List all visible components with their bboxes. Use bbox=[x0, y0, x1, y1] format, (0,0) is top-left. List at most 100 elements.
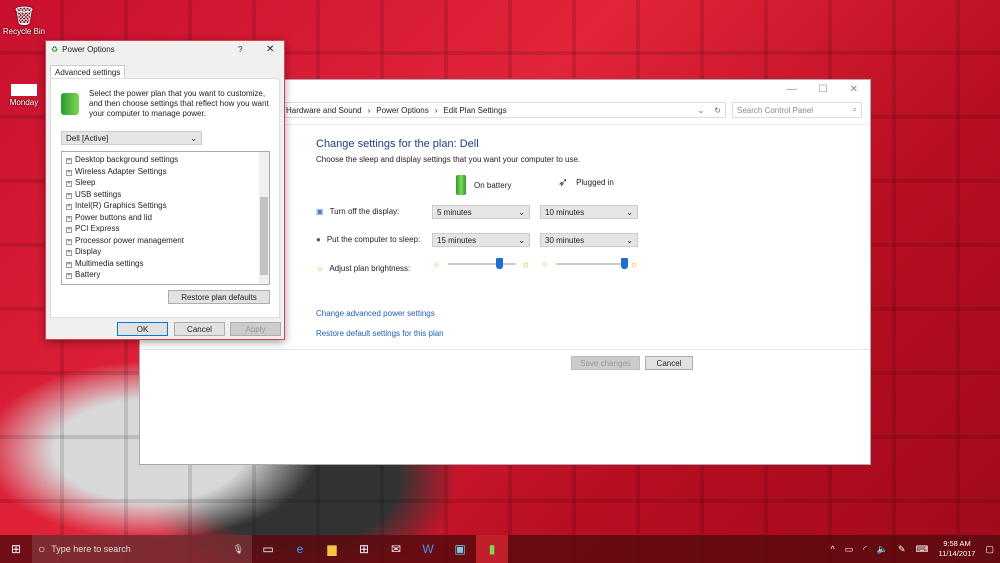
chevron-down-icon: ⌄ bbox=[518, 235, 525, 245]
expand-icon[interactable]: + bbox=[66, 261, 72, 268]
address-bar[interactable]: Hardware and Sound › Power Options › Edit … bbox=[280, 101, 870, 119]
tab-advanced-settings[interactable]: Advanced settings bbox=[50, 65, 126, 79]
taskbar: ⊞ ○ Type here to search 🎙 ▭ e ▆ ⊞ ✉ W ▣ ▮ … bbox=[0, 535, 1000, 563]
store-icon[interactable]: ⊞ bbox=[348, 542, 380, 556]
brightness-battery-slider[interactable]: ○ ☼ bbox=[434, 258, 530, 270]
restore-defaults-link[interactable]: Restore default settings for this plan bbox=[316, 329, 444, 338]
chevron-down-icon: ⌄ bbox=[518, 207, 525, 217]
tree-item[interactable]: + Wireless Adapter Settings bbox=[62, 166, 269, 178]
sleep-plugged-select[interactable]: 30 minutes ⌄ bbox=[540, 233, 638, 247]
expand-icon[interactable]: + bbox=[66, 273, 72, 279]
search-input[interactable]: Search Control Panel ⌕ bbox=[732, 102, 862, 118]
expand-icon[interactable]: + bbox=[66, 181, 72, 187]
tree-item[interactable]: + Display bbox=[62, 246, 269, 258]
divider bbox=[140, 349, 870, 350]
expand-icon[interactable]: + bbox=[66, 227, 72, 233]
tree-item[interactable]: + USB settings bbox=[62, 189, 269, 201]
brightness-plugged-slider[interactable]: ○ ☼ bbox=[542, 258, 638, 270]
mail-icon[interactable]: ✉ bbox=[380, 542, 412, 556]
microphone-icon[interactable]: 🎙 bbox=[233, 544, 244, 555]
advanced-settings-link[interactable]: Change advanced power settings bbox=[316, 309, 435, 318]
tree-item[interactable]: + Desktop background settings bbox=[62, 154, 269, 166]
expand-icon[interactable]: + bbox=[66, 238, 72, 245]
volume-icon[interactable]: 🔈 bbox=[877, 544, 888, 555]
power-options-taskbar-icon[interactable]: ▮ bbox=[476, 535, 508, 563]
clock[interactable]: 9:58 AM 11/14/2017 bbox=[939, 539, 976, 559]
chevron-down-icon[interactable]: ⌄ bbox=[698, 106, 705, 115]
power-options-dialog: ♻ Power Options ? ✕ Advanced settings Sel… bbox=[45, 40, 285, 340]
tree-item[interactable]: + Processor power management bbox=[62, 235, 269, 247]
expand-icon[interactable]: + bbox=[66, 169, 72, 176]
chevron-down-icon: ⌄ bbox=[626, 235, 633, 245]
show-hidden-icons[interactable]: ^ bbox=[830, 544, 834, 554]
tree-item[interactable]: + Power buttons and lid bbox=[62, 212, 269, 224]
display-plugged-select[interactable]: 10 minutes ⌄ bbox=[540, 205, 638, 219]
power-options-icon: ♻ bbox=[51, 45, 59, 54]
taskbar-search[interactable]: ○ Type here to search 🎙 bbox=[32, 535, 252, 563]
page-title: Change settings for the plan: Dell bbox=[316, 138, 479, 150]
sleep-row: ● Put the computer to sleep: bbox=[316, 235, 421, 244]
breadcrumb-hardware-sound[interactable]: Hardware and Sound bbox=[286, 106, 362, 115]
expand-icon[interactable]: + bbox=[66, 158, 72, 164]
minimize-button[interactable]: — bbox=[787, 84, 797, 95]
restore-plan-defaults-button[interactable]: Restore plan defaults bbox=[168, 290, 270, 304]
action-center-icon[interactable]: ▢ bbox=[985, 544, 994, 555]
bright-icon: ☼ bbox=[629, 259, 638, 269]
ok-button[interactable]: OK bbox=[117, 322, 168, 336]
dim-icon: ○ bbox=[434, 259, 440, 269]
file-explorer-icon[interactable]: ▆ bbox=[316, 542, 348, 556]
monday-file-icon[interactable]: Monday bbox=[2, 84, 46, 107]
edge-icon[interactable]: e bbox=[284, 542, 316, 556]
settings-tree: + Desktop background settings + Wireless Ad… bbox=[61, 151, 270, 285]
expand-icon[interactable]: + bbox=[66, 204, 72, 210]
slider-thumb[interactable] bbox=[496, 258, 503, 269]
task-view-icon[interactable]: ▭ bbox=[252, 542, 284, 556]
tree-item[interactable]: + Intel(R) Graphics Settings bbox=[62, 200, 269, 212]
cancel-button[interactable]: Cancel bbox=[645, 356, 693, 370]
dim-icon: ○ bbox=[542, 259, 548, 269]
pen-icon[interactable]: ✎ bbox=[898, 544, 906, 555]
sleep-battery-select[interactable]: 15 minutes ⌄ bbox=[432, 233, 530, 247]
word-icon[interactable]: W bbox=[412, 542, 444, 556]
slider-thumb[interactable] bbox=[621, 258, 628, 269]
plug-icon: ➶ bbox=[558, 175, 569, 189]
search-icon: ⌕ bbox=[852, 105, 857, 114]
maximize-button[interactable]: ☐ bbox=[819, 84, 828, 95]
cortana-icon: ○ bbox=[38, 542, 46, 556]
page-subtitle: Choose the sleep and display settings th… bbox=[316, 155, 581, 164]
scrollbar-thumb[interactable] bbox=[260, 197, 268, 275]
apply-button[interactable]: Apply bbox=[230, 322, 281, 336]
moon-icon: ● bbox=[316, 235, 321, 244]
wifi-icon[interactable]: ◜ bbox=[863, 544, 867, 555]
display-battery-select[interactable]: 5 minutes ⌄ bbox=[432, 205, 530, 219]
expand-icon[interactable]: + bbox=[66, 250, 72, 256]
start-button[interactable]: ⊞ bbox=[0, 542, 32, 556]
plan-select[interactable]: Dell [Active] ⌄ bbox=[61, 131, 202, 145]
close-button[interactable]: ✕ bbox=[850, 84, 858, 95]
display-row: ▣ Turn off the display: bbox=[316, 207, 400, 216]
expand-icon[interactable]: + bbox=[66, 192, 72, 199]
tree-item[interactable]: + Sleep bbox=[62, 177, 269, 189]
dialog-close-button[interactable]: ✕ bbox=[266, 44, 274, 55]
chevron-down-icon: ⌄ bbox=[190, 133, 197, 143]
recycle-bin-icon[interactable]: 🗑 Recycle Bin bbox=[2, 6, 46, 36]
cancel-button[interactable]: Cancel bbox=[174, 322, 225, 336]
refresh-icon[interactable]: ↻ bbox=[710, 106, 725, 115]
breadcrumb-power-options[interactable]: Power Options bbox=[376, 106, 428, 115]
help-button[interactable]: ? bbox=[238, 45, 242, 54]
tree-item[interactable]: + PCI Express bbox=[62, 223, 269, 235]
keyboard-icon[interactable]: ⌨ bbox=[916, 544, 929, 555]
plugged-in-header: ➶ Plugged in bbox=[558, 175, 614, 189]
save-changes-button[interactable]: Save changes bbox=[571, 356, 640, 370]
tree-item[interactable]: + Multimedia settings bbox=[62, 258, 269, 270]
on-battery-header: On battery bbox=[456, 175, 511, 195]
battery-tray-icon[interactable]: ▭ bbox=[845, 544, 854, 555]
bright-icon: ☼ bbox=[521, 259, 530, 269]
breadcrumb-edit-plan[interactable]: Edit Plan Settings bbox=[443, 106, 506, 115]
expand-icon[interactable]: + bbox=[66, 215, 72, 222]
intro-text: Select the power plan that you want to c… bbox=[89, 89, 269, 118]
control-panel-icon[interactable]: ▣ bbox=[444, 542, 476, 556]
battery-icon bbox=[456, 175, 466, 195]
tree-item[interactable]: + Battery bbox=[62, 269, 269, 281]
scrollbar[interactable] bbox=[259, 152, 269, 284]
